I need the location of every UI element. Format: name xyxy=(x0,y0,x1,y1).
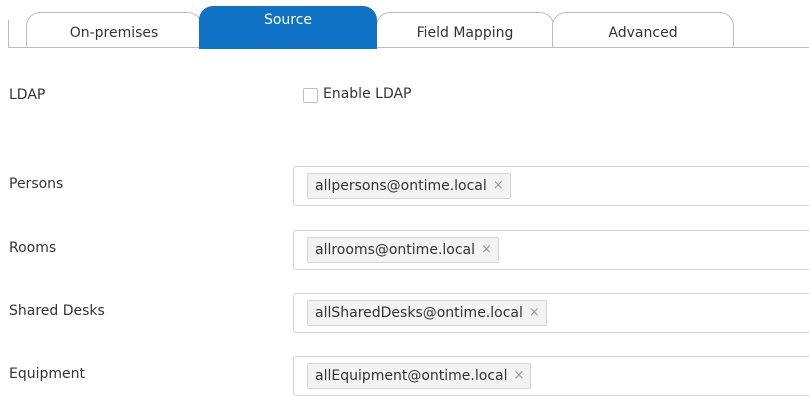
rooms-chip-text: allrooms@ontime.local xyxy=(315,242,476,258)
enable-ldap-checkbox[interactable] xyxy=(303,88,318,103)
persons-chip: allpersons@ontime.local × xyxy=(307,173,511,199)
enable-ldap-checkbox-label[interactable]: Enable LDAP xyxy=(323,86,412,102)
rooms-chip-remove-icon[interactable]: × xyxy=(481,238,492,262)
tab-source[interactable]: Source xyxy=(199,6,377,49)
shared-desks-chip-remove-icon[interactable]: × xyxy=(529,301,540,325)
equipment-field[interactable]: allEquipment@ontime.local × xyxy=(293,356,809,396)
tab-advanced-label: Advanced xyxy=(608,25,678,41)
tab-bar: On-premises Field Mapping Advanced Sourc… xyxy=(0,0,809,50)
equipment-label: Equipment xyxy=(9,366,85,382)
shared-desks-label: Shared Desks xyxy=(9,303,105,319)
tab-on-premises-label: On-premises xyxy=(69,25,159,41)
tab-bar-left-border xyxy=(8,20,9,48)
shared-desks-chip: allSharedDesks@ontime.local × xyxy=(307,300,547,326)
tab-advanced[interactable]: Advanced xyxy=(552,12,734,47)
tab-field-mapping[interactable]: Field Mapping xyxy=(376,12,554,47)
persons-chip-remove-icon[interactable]: × xyxy=(493,174,504,198)
rooms-chip: allrooms@ontime.local × xyxy=(307,237,499,263)
persons-label: Persons xyxy=(9,176,64,192)
rooms-field[interactable]: allrooms@ontime.local × xyxy=(293,230,809,270)
tab-field-mapping-label: Field Mapping xyxy=(416,25,514,41)
tab-source-label: Source xyxy=(263,12,313,28)
shared-desks-chip-text: allSharedDesks@ontime.local xyxy=(315,305,523,321)
persons-field[interactable]: allpersons@ontime.local × xyxy=(293,166,809,206)
equipment-chip-text: allEquipment@ontime.local xyxy=(315,368,508,384)
equipment-chip-remove-icon[interactable]: × xyxy=(514,364,525,388)
ldap-label: LDAP xyxy=(9,87,46,103)
rooms-label: Rooms xyxy=(9,240,57,256)
equipment-chip: allEquipment@ontime.local × xyxy=(307,363,532,389)
tab-on-premises[interactable]: On-premises xyxy=(26,12,202,47)
shared-desks-field[interactable]: allSharedDesks@ontime.local × xyxy=(293,293,809,333)
persons-chip-text: allpersons@ontime.local xyxy=(315,178,487,194)
